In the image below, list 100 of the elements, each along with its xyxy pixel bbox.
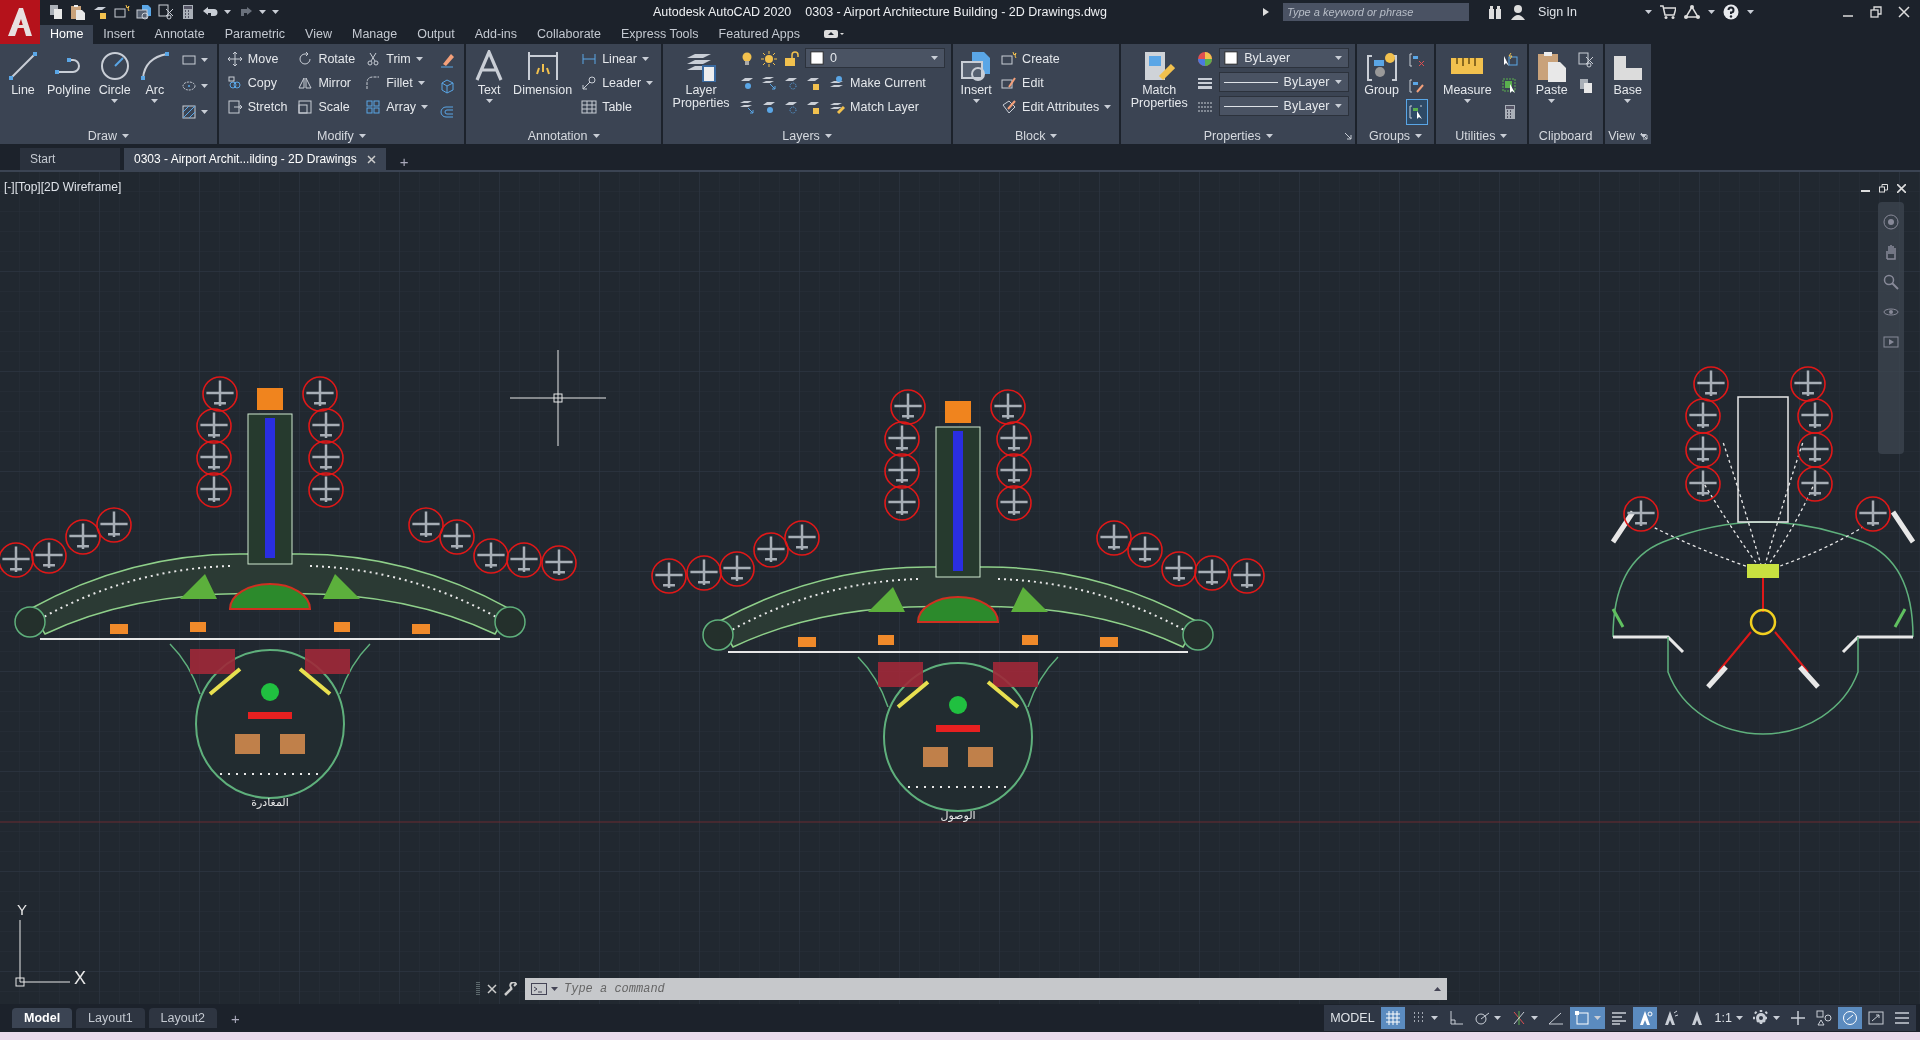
sign-in-link[interactable]: Sign In	[1538, 5, 1577, 19]
ribbon-button[interactable]: Match Properties	[1127, 47, 1192, 113]
caret-icon[interactable]	[1645, 10, 1652, 14]
panel-title[interactable]: Properties	[1203, 129, 1261, 143]
close-icon[interactable]	[366, 154, 376, 164]
ribbon-button[interactable]: Arc	[137, 47, 172, 106]
ribbon-tab[interactable]: Manage	[341, 25, 408, 44]
new-tab-button[interactable]: +	[389, 153, 419, 170]
restore-icon[interactable]	[1870, 6, 1882, 18]
caret-icon[interactable]	[1335, 104, 1343, 108]
ribbon-button[interactable]: Create	[999, 47, 1114, 71]
binoculars-icon[interactable]	[1487, 4, 1504, 20]
ribbon-button[interactable]: Fillet	[363, 71, 431, 95]
caret-icon[interactable]	[1530, 1016, 1538, 1020]
layer-tool-icon[interactable]	[783, 75, 800, 91]
layer-tool-icon[interactable]	[92, 4, 108, 20]
ribbon-button[interactable]: Insert	[959, 47, 994, 106]
select-icon[interactable]	[1501, 78, 1518, 94]
close-icon[interactable]	[487, 984, 497, 994]
caret-up-icon[interactable]	[1434, 987, 1441, 991]
fullscreen-icon[interactable]	[1868, 1010, 1884, 1026]
panel-title[interactable]: Annotation	[527, 129, 588, 143]
ribbon-tab[interactable]: Insert	[93, 25, 145, 44]
caret-icon[interactable]	[1415, 134, 1423, 138]
ribbon-button[interactable]: Array	[363, 95, 431, 119]
triangle-icon[interactable]	[1263, 8, 1270, 16]
viewport-control[interactable]: [Top]	[14, 180, 41, 194]
caret-icon[interactable]	[1708, 10, 1715, 14]
steering-wheel-icon[interactable]	[1883, 214, 1899, 230]
document-tab[interactable]: 0303 - Airport Archit...ilding - 2D Drawings	[124, 148, 386, 170]
show-motion-icon[interactable]	[1883, 334, 1899, 350]
lineweight-icon[interactable]	[1197, 75, 1214, 91]
command-bar[interactable]: Type a command	[525, 978, 1447, 1000]
caret-icon[interactable]	[121, 134, 129, 138]
status-button[interactable]: 1:1	[1710, 1007, 1747, 1029]
grip-icon[interactable]	[476, 981, 480, 997]
status-button[interactable]: MODEL	[1326, 1007, 1379, 1029]
layer-tool-icon[interactable]	[805, 99, 822, 115]
caret-icon[interactable]	[1624, 99, 1632, 103]
layer-tool-icon[interactable]	[761, 75, 778, 91]
viewport-control[interactable]: [2D Wireframe]	[40, 180, 122, 194]
ortho-icon[interactable]	[1447, 1010, 1464, 1026]
caret-icon[interactable]	[551, 987, 558, 991]
command-field[interactable]: Type a command	[562, 981, 1430, 997]
caret-icon[interactable]	[200, 84, 208, 88]
close-icon[interactable]	[1898, 6, 1910, 18]
layout-tab[interactable]: Layout1	[76, 1008, 145, 1028]
ribbon-button[interactable]: Circle	[97, 47, 132, 106]
panel-title[interactable]: Utilities	[1455, 129, 1496, 143]
terminal-icon[interactable]	[531, 983, 547, 995]
ribbon-button[interactable]: Layer Properties	[669, 47, 734, 113]
polar-icon[interactable]	[1473, 1010, 1490, 1026]
copy-clip-icon[interactable]	[48, 4, 64, 20]
caret-icon[interactable]	[972, 99, 980, 103]
panel-title[interactable]: Block	[1014, 129, 1046, 143]
caret-icon[interactable]	[641, 57, 649, 61]
hatch-icon[interactable]	[180, 104, 197, 120]
ribbon-button[interactable]: Text	[472, 47, 507, 106]
lineweight-dropdown[interactable]: ByLayer	[1219, 72, 1350, 92]
ribbon-tab[interactable]: Collaborate	[527, 25, 611, 44]
ribbon-tab[interactable]: Express Tools	[611, 25, 709, 44]
linetype-icon[interactable]	[1197, 99, 1214, 115]
wrench-icon[interactable]	[504, 982, 518, 996]
ribbon-button[interactable]: Rotate	[295, 47, 358, 71]
caret-icon[interactable]	[151, 99, 159, 103]
caret-icon[interactable]	[931, 56, 939, 60]
linetype-dropdown[interactable]: ByLayer	[1219, 96, 1350, 116]
clipboard-icon[interactable]	[70, 4, 86, 20]
panel-title[interactable]: View	[1608, 129, 1636, 143]
ribbon-button[interactable]: Measure	[1442, 47, 1493, 106]
caret-icon[interactable]	[1050, 134, 1058, 138]
user-icon[interactable]	[1511, 4, 1526, 20]
unlocked-padlock-icon[interactable]	[783, 51, 800, 67]
calculator-icon[interactable]	[180, 4, 196, 20]
panel-title[interactable]: Draw	[87, 129, 117, 143]
ribbon-button[interactable]: Match Layer	[827, 95, 921, 119]
caret-icon[interactable]	[1335, 56, 1343, 60]
ungroup-icon[interactable]	[1409, 52, 1425, 68]
cut-icon[interactable]	[158, 4, 174, 20]
ribbon-tab[interactable]: Featured Apps	[708, 25, 810, 44]
layout-tab[interactable]: Model	[12, 1008, 73, 1028]
ribbon-tab[interactable]: Parametric	[214, 25, 296, 44]
caret-icon[interactable]	[1548, 99, 1556, 103]
caret-icon[interactable]	[485, 99, 493, 103]
ribbon-tab[interactable]: Add-ins	[464, 25, 528, 44]
ribbon-button[interactable]: Edit Attributes	[999, 95, 1114, 119]
viewport-control[interactable]: [-]	[4, 180, 15, 194]
help-icon[interactable]	[1723, 4, 1739, 20]
ribbon-button[interactable]: Line	[6, 47, 40, 100]
caret-icon[interactable]	[1736, 1016, 1743, 1020]
ellipse-icon[interactable]	[180, 78, 197, 94]
block-create-icon[interactable]	[114, 4, 130, 20]
toggle-panels-icon[interactable]	[823, 29, 844, 39]
layer-dropdown[interactable]: 0	[805, 48, 946, 68]
ribbon-button[interactable]: Polyline	[46, 47, 92, 100]
caret-icon[interactable]	[421, 105, 429, 109]
caret-icon[interactable]	[1430, 1016, 1438, 1020]
caret-icon[interactable]	[1773, 1016, 1780, 1020]
lineweight-icon[interactable]	[1610, 1010, 1627, 1026]
caret-icon[interactable]	[1747, 10, 1754, 14]
